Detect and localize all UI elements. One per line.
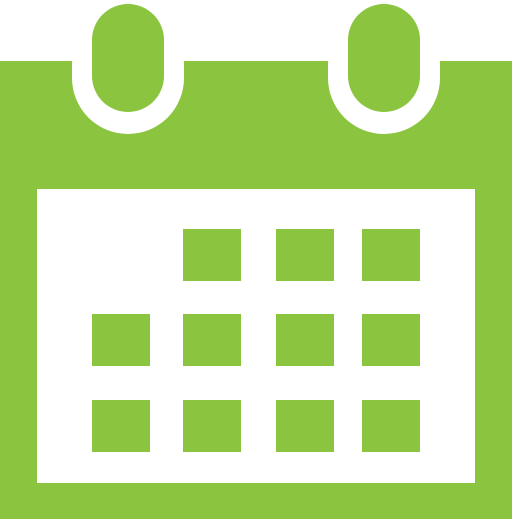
day-cell-r1-c4	[362, 229, 420, 281]
day-cell-r1-c2	[183, 229, 241, 281]
binding-ring-right	[328, 4, 440, 134]
day-cell-r1-c3	[276, 229, 334, 281]
day-cell-r2-c4	[362, 314, 420, 366]
day-cell-r3-c4	[362, 400, 420, 452]
day-cell-r2-c1	[92, 314, 150, 366]
day-cell-r3-c2	[183, 400, 241, 452]
day-cell-r2-c2	[183, 314, 241, 366]
day-cell-r2-c3	[276, 314, 334, 366]
day-cell-r3-c1	[92, 400, 150, 452]
calendar-icon	[0, 0, 512, 519]
calendar-svg	[0, 4, 512, 519]
binding-ring-left	[72, 4, 184, 134]
day-cell-r3-c3	[276, 400, 334, 452]
